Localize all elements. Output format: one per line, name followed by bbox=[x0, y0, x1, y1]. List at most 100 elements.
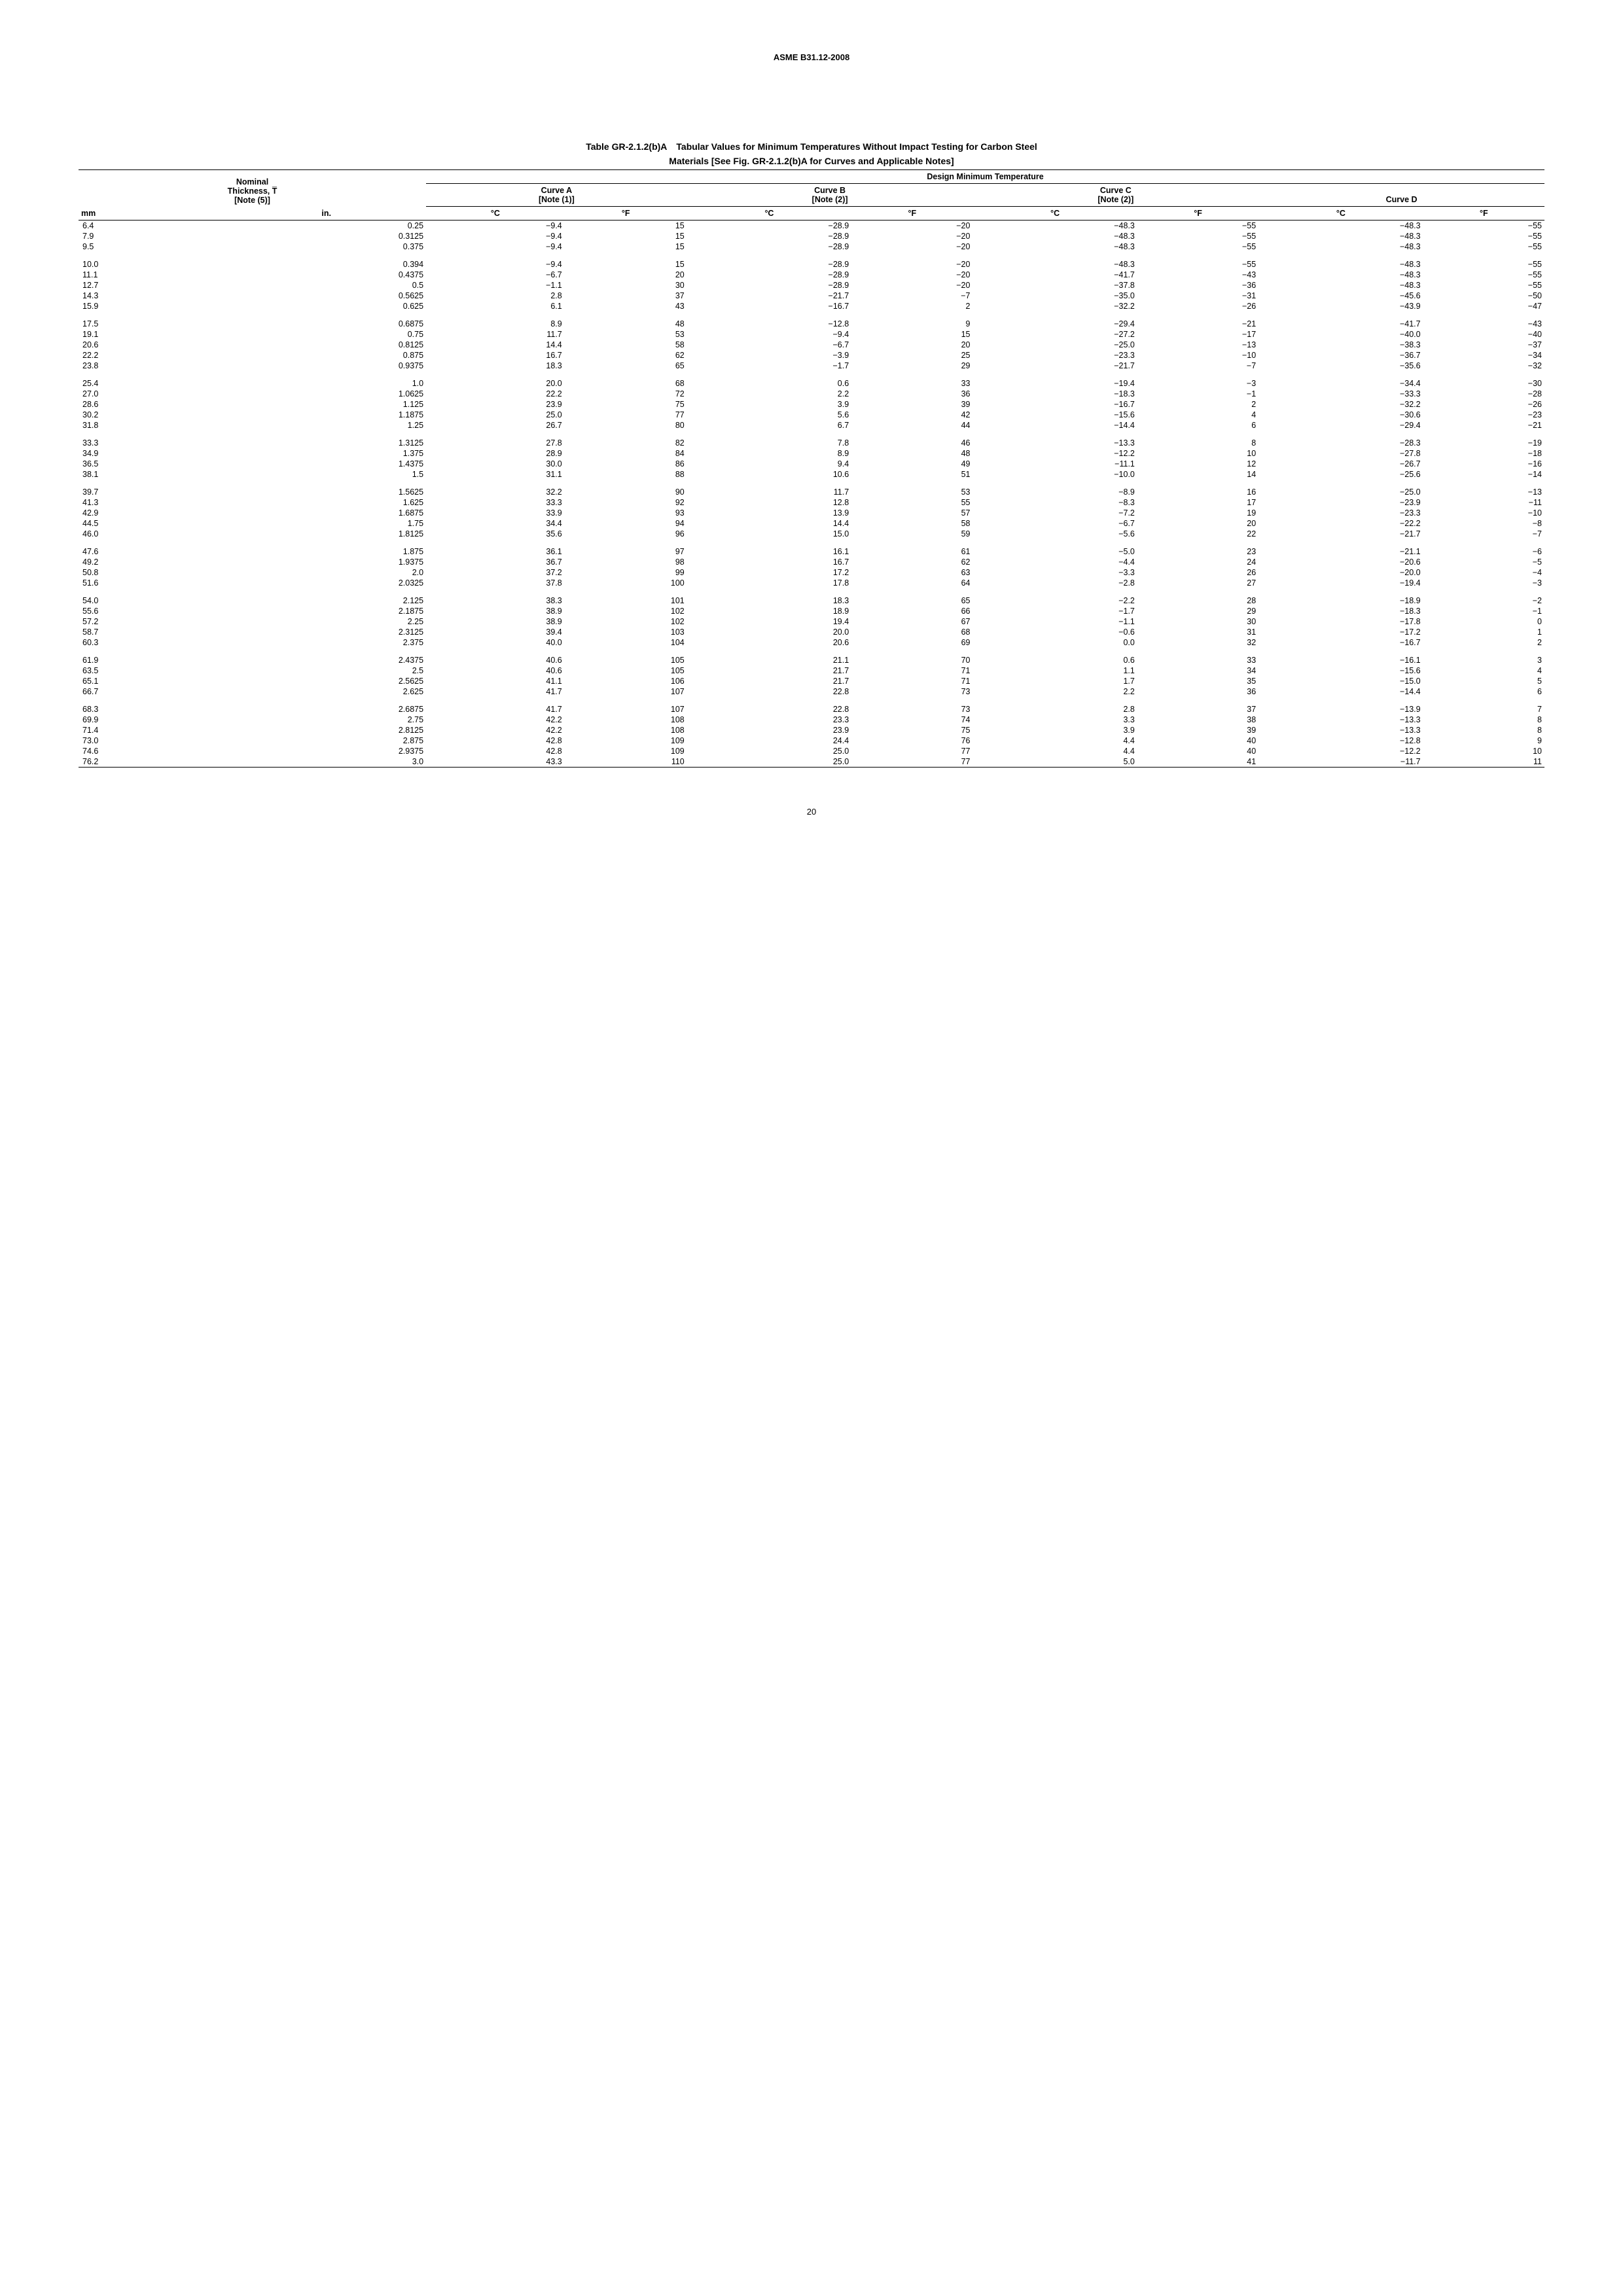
cell: 4 bbox=[1423, 665, 1544, 676]
cell: 92 bbox=[565, 497, 687, 508]
cell: −48.3 bbox=[1258, 280, 1423, 291]
cell: 1.4375 bbox=[226, 459, 426, 469]
cell: 2.8125 bbox=[226, 725, 426, 735]
cell: −3.9 bbox=[687, 350, 851, 361]
cell: −29.4 bbox=[1258, 420, 1423, 431]
cell: 15 bbox=[565, 221, 687, 232]
table-row: 11.10.4375−6.720−28.9−20−41.7−43−48.3−55 bbox=[79, 270, 1544, 280]
cell: −12.2 bbox=[1258, 746, 1423, 756]
cell: 2 bbox=[1137, 399, 1258, 410]
cell: 71 bbox=[851, 676, 972, 686]
cell: 1.125 bbox=[226, 399, 426, 410]
cell: 34 bbox=[1137, 665, 1258, 676]
cell: −55 bbox=[1423, 280, 1544, 291]
cell: −8 bbox=[1423, 518, 1544, 529]
cell: 33 bbox=[851, 371, 972, 389]
cell: 8.9 bbox=[687, 448, 851, 459]
cell: −4.4 bbox=[972, 557, 1137, 567]
hdr-in: in. bbox=[226, 207, 426, 221]
cell: −32.2 bbox=[1258, 399, 1423, 410]
cell: 20.6 bbox=[687, 637, 851, 648]
cell: −3 bbox=[1423, 578, 1544, 588]
table-row: 38.11.531.18810.651−10.014−25.6−14 bbox=[79, 469, 1544, 480]
cell: 104 bbox=[565, 637, 687, 648]
cell: 107 bbox=[565, 686, 687, 697]
cell: 26 bbox=[1137, 567, 1258, 578]
cell: −36 bbox=[1137, 280, 1258, 291]
cell: −9.4 bbox=[426, 241, 565, 252]
cell: −55 bbox=[1423, 231, 1544, 241]
cell: −28.9 bbox=[687, 252, 851, 270]
cell: −41.7 bbox=[972, 270, 1137, 280]
cell: −37 bbox=[1423, 340, 1544, 350]
cell: −2.8 bbox=[972, 578, 1137, 588]
cell: 23 bbox=[1137, 539, 1258, 557]
cell: 57 bbox=[851, 508, 972, 518]
cell: 2 bbox=[1423, 637, 1544, 648]
hdr-curve-c: Curve C bbox=[1100, 186, 1132, 195]
cell: −10.0 bbox=[972, 469, 1137, 480]
cell: −48.3 bbox=[1258, 270, 1423, 280]
cell: −13 bbox=[1423, 480, 1544, 497]
cell: −8.3 bbox=[972, 497, 1137, 508]
cell: −31 bbox=[1137, 291, 1258, 301]
cell: −20 bbox=[851, 241, 972, 252]
cell: 29 bbox=[851, 361, 972, 371]
cell: −28 bbox=[1423, 389, 1544, 399]
hdr-c-c: °C bbox=[972, 207, 1137, 221]
cell: 108 bbox=[565, 715, 687, 725]
cell: 2.8 bbox=[426, 291, 565, 301]
cell: 3 bbox=[1423, 648, 1544, 665]
cell: 103 bbox=[565, 627, 687, 637]
cell: −30 bbox=[1423, 371, 1544, 389]
cell: 6.4 bbox=[79, 221, 226, 232]
cell: 25.0 bbox=[687, 756, 851, 768]
cell: 74.6 bbox=[79, 746, 226, 756]
cell: 33 bbox=[1137, 648, 1258, 665]
table-row: 54.02.12538.310118.365−2.228−18.9−2 bbox=[79, 588, 1544, 606]
cell: −48.3 bbox=[1258, 231, 1423, 241]
cell: 59 bbox=[851, 529, 972, 539]
cell: 1.875 bbox=[226, 539, 426, 557]
cell: 48 bbox=[565, 311, 687, 329]
cell: 61 bbox=[851, 539, 972, 557]
table-row: 36.51.437530.0869.449−11.112−26.7−16 bbox=[79, 459, 1544, 469]
cell: −21.7 bbox=[687, 291, 851, 301]
cell: −13 bbox=[1137, 340, 1258, 350]
cell: 37 bbox=[565, 291, 687, 301]
cell: 0.3125 bbox=[226, 231, 426, 241]
cell: 20.0 bbox=[687, 627, 851, 637]
cell: 65 bbox=[851, 588, 972, 606]
cell: −7.2 bbox=[972, 508, 1137, 518]
cell: 18.3 bbox=[426, 361, 565, 371]
cell: 10.0 bbox=[79, 252, 226, 270]
cell: −6.7 bbox=[687, 340, 851, 350]
cell: 21.7 bbox=[687, 676, 851, 686]
cell: 109 bbox=[565, 735, 687, 746]
cell: −36.7 bbox=[1258, 350, 1423, 361]
cell: 33.3 bbox=[79, 431, 226, 448]
cell: 7.8 bbox=[687, 431, 851, 448]
cell: −12.2 bbox=[972, 448, 1137, 459]
cell: 4.4 bbox=[972, 735, 1137, 746]
cell: 2.75 bbox=[226, 715, 426, 725]
cell: 29 bbox=[1137, 606, 1258, 616]
cell: 2.0325 bbox=[226, 578, 426, 588]
cell: −13.3 bbox=[972, 431, 1137, 448]
cell: −6.7 bbox=[426, 270, 565, 280]
table-row: 19.10.7511.753−9.415−27.2−17−40.0−40 bbox=[79, 329, 1544, 340]
cell: 1.1875 bbox=[226, 410, 426, 420]
cell: 58 bbox=[851, 518, 972, 529]
cell: −7 bbox=[1137, 361, 1258, 371]
cell: −20.6 bbox=[1258, 557, 1423, 567]
cell: −21 bbox=[1423, 420, 1544, 431]
cell: 32.2 bbox=[426, 480, 565, 497]
cell: 32 bbox=[1137, 637, 1258, 648]
cell: 49 bbox=[851, 459, 972, 469]
cell: −55 bbox=[1137, 252, 1258, 270]
cell: 31.8 bbox=[79, 420, 226, 431]
cell: 27 bbox=[1137, 578, 1258, 588]
cell: 21.7 bbox=[687, 665, 851, 676]
cell: 33.9 bbox=[426, 508, 565, 518]
cell: 0.394 bbox=[226, 252, 426, 270]
